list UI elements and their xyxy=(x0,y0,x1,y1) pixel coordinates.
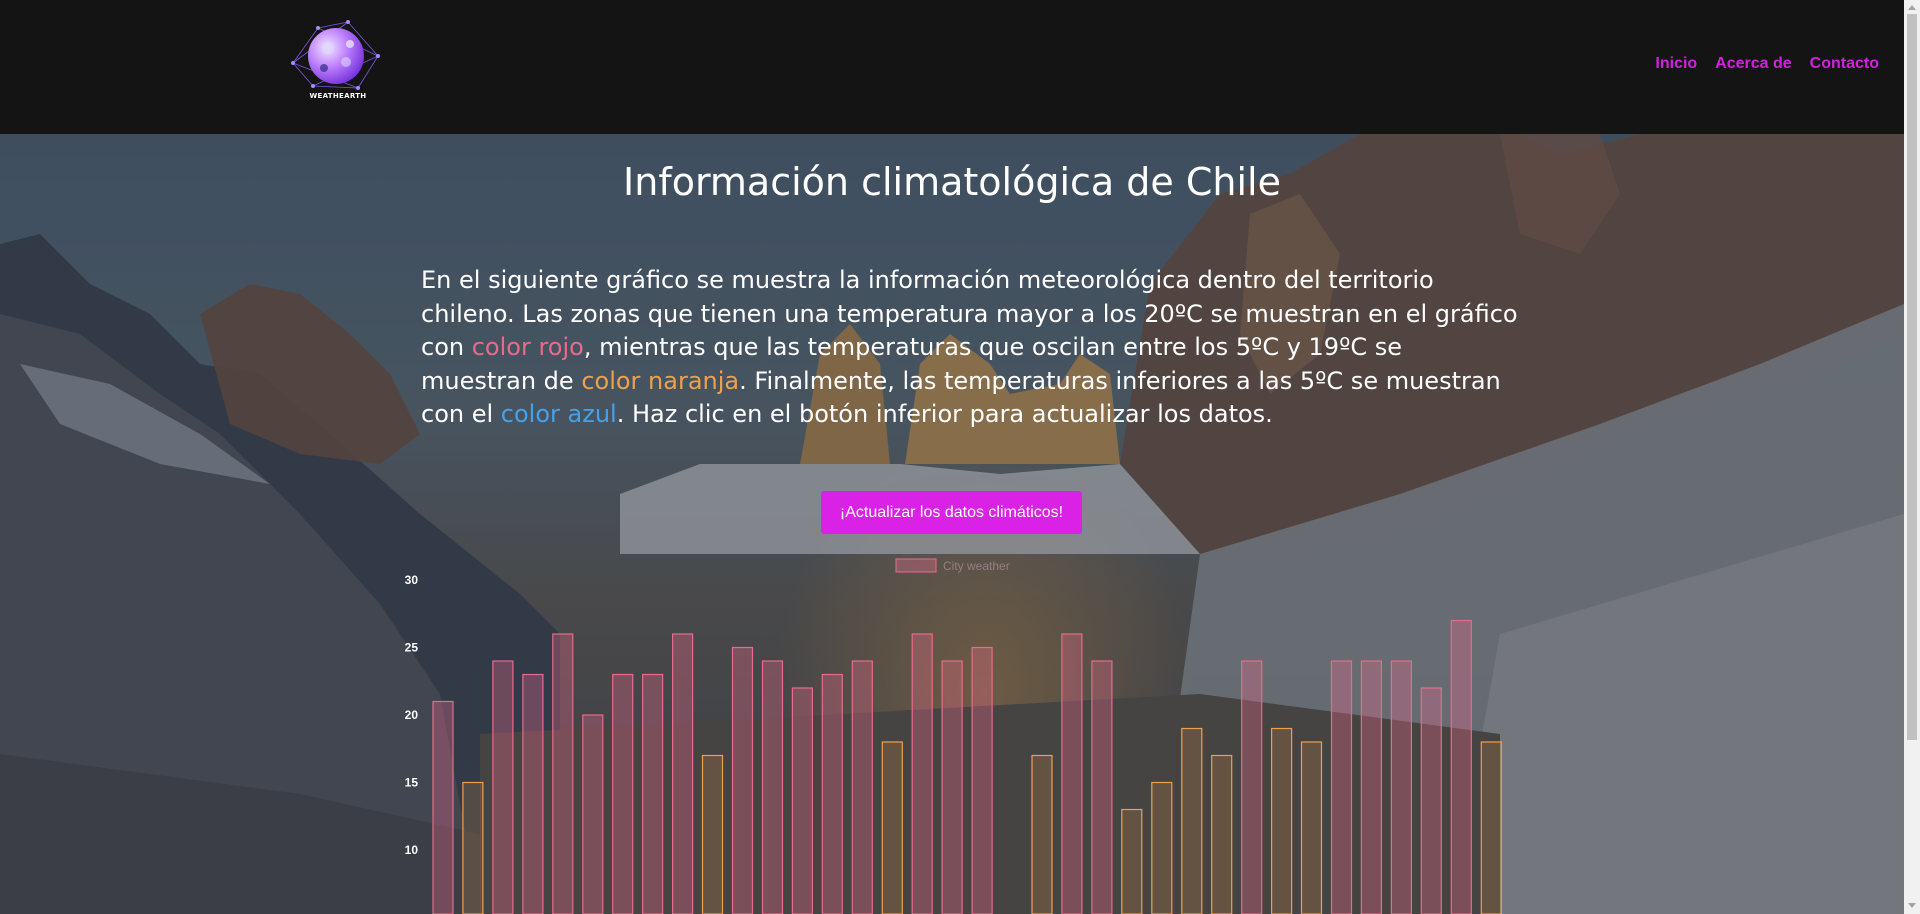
y-tick-label: 25 xyxy=(405,641,419,655)
y-tick-label: 30 xyxy=(405,573,419,587)
legend-label: City weather xyxy=(943,559,1010,573)
chart-bar xyxy=(1241,660,1263,914)
chart-bar xyxy=(1330,660,1353,914)
nav-link-inicio[interactable]: Inicio xyxy=(1655,55,1697,73)
chart-bar xyxy=(432,700,454,914)
weather-bar-chart: City weather 30 25 20 15 10 xyxy=(405,558,1502,914)
chart-bar xyxy=(1061,633,1083,914)
chart-bar xyxy=(1480,741,1502,914)
chart-bar xyxy=(1270,727,1293,914)
y-tick-label: 10 xyxy=(405,843,419,857)
hero-section: Información climatológica de Chile En el… xyxy=(0,134,1904,914)
chart-bar xyxy=(911,633,933,914)
page-scrollbar[interactable] xyxy=(1904,0,1920,914)
chart-bar xyxy=(1031,754,1053,914)
y-tick-label: 20 xyxy=(405,708,419,722)
chart-bar xyxy=(612,673,634,914)
top-navigation-bar: WEATHEARTH Inicio Acerca de Contacto xyxy=(0,0,1904,134)
chart-bar xyxy=(701,754,724,914)
logo-text: WEATHEARTH xyxy=(309,92,367,100)
chart-bar xyxy=(492,660,514,914)
chart-bar xyxy=(761,660,784,914)
legend-swatch xyxy=(895,558,937,573)
chart-bar xyxy=(641,673,664,914)
chart-bar xyxy=(1121,808,1143,914)
chart-bar xyxy=(1181,727,1203,914)
chart-bar xyxy=(671,633,694,914)
chart-bar xyxy=(971,646,993,914)
weathearth-logo[interactable]: WEATHEARTH xyxy=(288,18,388,110)
scroll-up-arrow-icon[interactable] xyxy=(1908,5,1916,10)
chart-bar xyxy=(552,633,574,914)
chart-bar xyxy=(1151,781,1173,914)
y-tick-label: 15 xyxy=(405,776,419,790)
chart-bar xyxy=(1300,741,1323,914)
scroll-down-arrow-icon[interactable] xyxy=(1908,903,1916,908)
nav-link-contacto[interactable]: Contacto xyxy=(1810,55,1879,73)
chart-bar xyxy=(462,781,484,914)
chart-bar xyxy=(731,646,754,914)
chart-bar xyxy=(522,673,544,914)
main-nav: Inicio Acerca de Contacto xyxy=(1637,55,1879,73)
chart-bar xyxy=(791,687,814,914)
chart-bar xyxy=(821,673,843,914)
chart-bar xyxy=(1420,687,1442,914)
chart-bar xyxy=(1211,754,1233,914)
scrollbar-thumb[interactable] xyxy=(1907,14,1917,740)
chart-bar xyxy=(941,660,963,914)
nav-link-acerca-de[interactable]: Acerca de xyxy=(1715,55,1792,73)
chart-bar xyxy=(1450,619,1472,914)
chart-bar xyxy=(881,741,903,914)
chart-bar xyxy=(1390,660,1413,914)
chart-bar xyxy=(1360,660,1383,914)
chart-bar xyxy=(582,714,604,914)
chart-bar xyxy=(1091,660,1113,914)
chart-bar xyxy=(851,660,873,914)
planet-logo-icon xyxy=(291,20,380,90)
